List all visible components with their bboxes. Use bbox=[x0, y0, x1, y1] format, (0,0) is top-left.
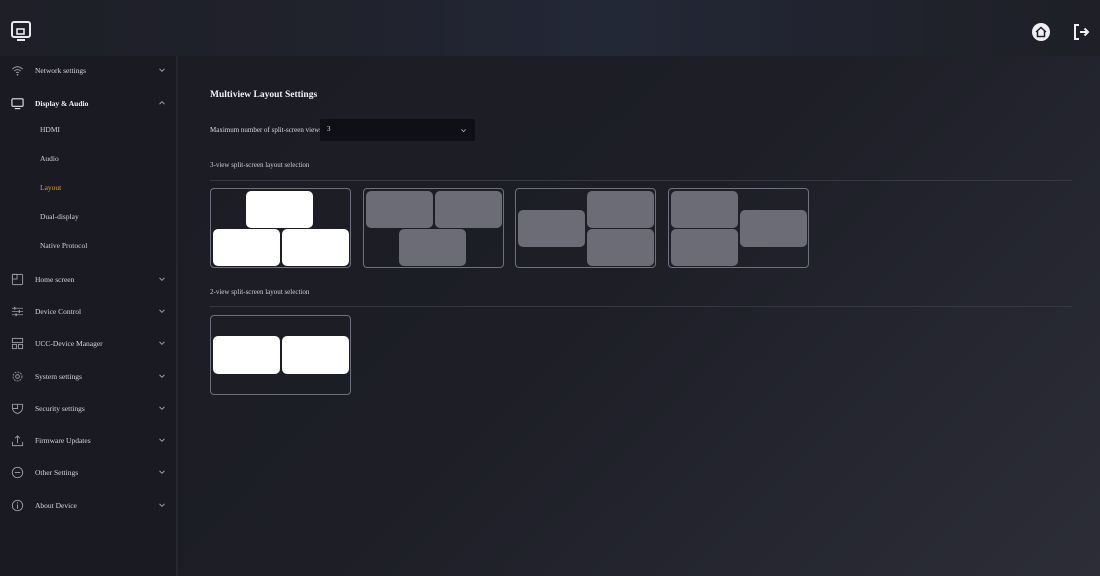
sidebar-item-label: Firmware Updates bbox=[35, 435, 91, 445]
sidebar-subitem-label: Dual-display bbox=[40, 212, 79, 221]
chevron-down-icon bbox=[159, 470, 165, 475]
layout-window bbox=[671, 191, 738, 228]
sidebar-item-label: Security settings bbox=[35, 403, 85, 413]
sidebar-item-label: Home screen bbox=[35, 274, 75, 284]
device-manager-icon bbox=[11, 337, 24, 349]
chevron-down-icon bbox=[159, 309, 165, 314]
sidebar-subitem-label: HDMI bbox=[40, 125, 60, 134]
layout-option-one-top-two-bottom[interactable] bbox=[210, 188, 351, 268]
chevron-down-icon bbox=[159, 503, 165, 508]
monitor-icon bbox=[11, 97, 24, 109]
layout-window bbox=[671, 229, 738, 266]
home-screen-icon bbox=[11, 273, 24, 285]
sidebar-subitem-layout[interactable]: Layout bbox=[0, 177, 176, 199]
sidebar-item-system-settings[interactable]: System settings bbox=[0, 362, 176, 390]
sidebar-item-device-control[interactable]: Device Control bbox=[0, 297, 176, 325]
layout-window bbox=[587, 191, 654, 228]
layout-window bbox=[282, 336, 349, 374]
gear-icon bbox=[12, 371, 23, 381]
sidebar-item-security-settings[interactable]: Security settings bbox=[0, 394, 176, 422]
chevron-down-icon bbox=[159, 438, 165, 443]
sidebar-subitem-audio[interactable]: Audio bbox=[0, 148, 176, 170]
sidebar-item-label: UCC-Device Manager bbox=[35, 338, 103, 348]
chevron-down-icon bbox=[159, 68, 165, 73]
chevron-down-icon bbox=[461, 129, 466, 133]
chevron-down-icon bbox=[159, 406, 165, 411]
sidebar-item-ucc-device-manager[interactable]: UCC-Device Manager bbox=[0, 329, 176, 357]
section-divider bbox=[210, 306, 1072, 307]
three-view-section-label: 3-view split-screen layout selection bbox=[210, 161, 310, 169]
chevron-down-icon bbox=[159, 374, 165, 379]
section-divider bbox=[210, 180, 1072, 181]
chevron-down-icon bbox=[159, 341, 165, 346]
layout-window bbox=[282, 229, 349, 266]
top-bar bbox=[0, 0, 1100, 56]
sidebar-item-label: Network settings bbox=[35, 65, 87, 75]
layout-window bbox=[213, 229, 280, 266]
main-content: Multiview Layout Settings Maximum number… bbox=[180, 56, 1100, 576]
max-views-select[interactable]: 3 bbox=[320, 119, 475, 141]
max-views-label: Maximum number of split-screen views: bbox=[210, 126, 324, 134]
two-view-section-label: 2-view split-screen layout selection bbox=[210, 288, 310, 296]
sidebar-item-display-audio[interactable]: Display & Audio bbox=[0, 89, 176, 117]
layout-option-two-left-one-right[interactable] bbox=[668, 188, 809, 268]
sidebar-item-label: System settings bbox=[35, 371, 82, 381]
sidebar-subitem-hdmi[interactable]: HDMI bbox=[0, 119, 176, 141]
layout-window bbox=[518, 210, 585, 247]
home-button[interactable] bbox=[1031, 22, 1051, 42]
sidebar-subitem-dual-display[interactable]: Dual-display bbox=[0, 206, 176, 228]
chevron-up-icon bbox=[159, 100, 165, 105]
sidebar-subitem-label: Layout bbox=[40, 183, 62, 192]
sidebar-item-other-settings[interactable]: Other Settings bbox=[0, 458, 176, 486]
layout-window bbox=[740, 210, 807, 247]
layout-window bbox=[213, 336, 280, 374]
layout-window bbox=[587, 229, 654, 266]
home-icon bbox=[1032, 23, 1050, 41]
sidebar-item-label: Display & Audio bbox=[35, 98, 89, 108]
layout-option-two-top-one-bottom[interactable] bbox=[363, 188, 504, 268]
sidebar: Network settings Display & Audio HDMI Au… bbox=[0, 56, 178, 576]
layout-window bbox=[435, 191, 502, 228]
page-title: Multiview Layout Settings bbox=[210, 90, 318, 100]
layout-option-one-left-two-right[interactable] bbox=[515, 188, 656, 268]
layout-option-side-by-side[interactable] bbox=[210, 315, 351, 395]
sliders-icon bbox=[11, 306, 24, 316]
sidebar-item-label: Device Control bbox=[35, 306, 82, 316]
sidebar-item-firmware-updates[interactable]: Firmware Updates bbox=[0, 426, 176, 454]
sidebar-item-about-device[interactable]: About Device bbox=[0, 491, 176, 519]
shield-icon bbox=[11, 403, 24, 414]
layout-window bbox=[246, 191, 313, 228]
wifi-icon bbox=[12, 65, 23, 76]
sidebar-subitem-label: Audio bbox=[40, 154, 59, 163]
sidebar-item-label: Other Settings bbox=[35, 467, 79, 477]
sidebar-item-network-settings[interactable]: Network settings bbox=[0, 56, 176, 84]
sidebar-subitem-label: Native Protocol bbox=[40, 241, 88, 250]
max-views-value: 3 bbox=[327, 125, 331, 133]
logout-icon bbox=[1074, 24, 1090, 40]
monitor-logo-icon bbox=[11, 21, 31, 41]
sidebar-item-label: About Device bbox=[35, 500, 77, 510]
more-icon bbox=[11, 466, 24, 478]
logout-button[interactable] bbox=[1071, 22, 1091, 42]
sidebar-subitem-native-protocol[interactable]: Native Protocol bbox=[0, 235, 176, 257]
upload-icon bbox=[11, 434, 24, 446]
layout-window bbox=[366, 191, 433, 228]
layout-window bbox=[399, 229, 466, 266]
sidebar-item-home-screen[interactable]: Home screen bbox=[0, 265, 176, 293]
info-icon bbox=[11, 499, 24, 511]
chevron-down-icon bbox=[159, 277, 165, 282]
